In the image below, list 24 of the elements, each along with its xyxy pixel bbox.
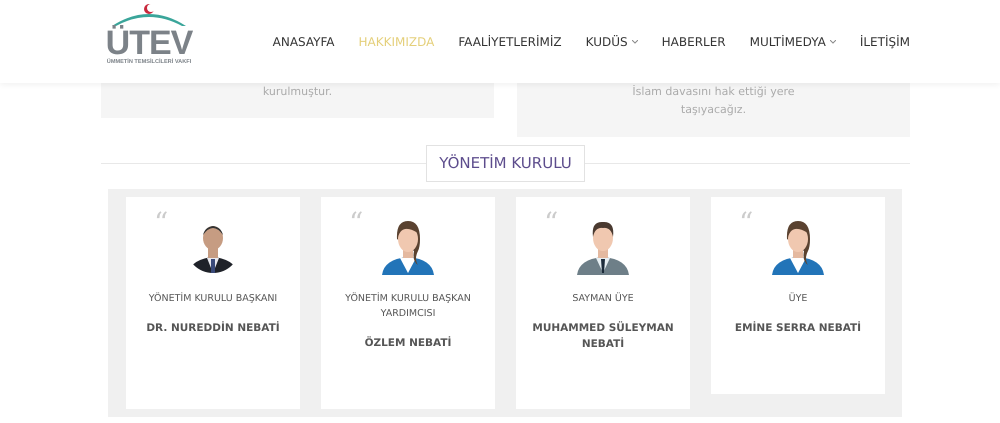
panel-text: taşıyacağız. xyxy=(680,102,748,118)
nav-link[interactable]: HABERLER xyxy=(662,32,726,50)
member-role: YÖNETİM KURULU BAŞKAN YARDIMCISI xyxy=(344,291,472,320)
quote-mark: “ xyxy=(349,208,364,236)
nav-link[interactable]: ANASAYFA xyxy=(272,32,334,50)
member-name: ÖZLEM NEBATİ xyxy=(364,335,452,350)
member-role: ÜYE xyxy=(788,291,808,306)
section-title: YÖNETİM KURULU xyxy=(426,145,585,182)
panel-text: kurulmuştur. xyxy=(262,84,334,100)
nav-link[interactable]: KUDÜS xyxy=(586,32,638,50)
nav-link[interactable]: İLETİŞİM xyxy=(860,32,910,50)
nav-link[interactable]: FAALİYETLERİMİZ xyxy=(458,32,562,50)
caret-icon xyxy=(830,40,836,44)
member-role: YÖNETİM KURULU BAŞKANI xyxy=(148,291,278,306)
member-name: MUHAMMED SÜLEYMAN NEBATİ xyxy=(531,320,675,352)
member-name: DR. NUREDDİN NEBATİ xyxy=(145,320,281,336)
member-role: SAYMAN ÜYE xyxy=(571,291,635,306)
member-name: EMİNE SERRA NEBATİ xyxy=(734,320,862,336)
caret-icon xyxy=(632,40,638,44)
quote-mark: “ xyxy=(154,208,168,236)
panel-text: İslam davasını hak ettiği yere xyxy=(631,84,796,100)
quote-mark: “ xyxy=(739,208,754,236)
nav-link[interactable]: MULTİMEDYA xyxy=(750,32,836,50)
quote-mark: “ xyxy=(544,208,558,236)
